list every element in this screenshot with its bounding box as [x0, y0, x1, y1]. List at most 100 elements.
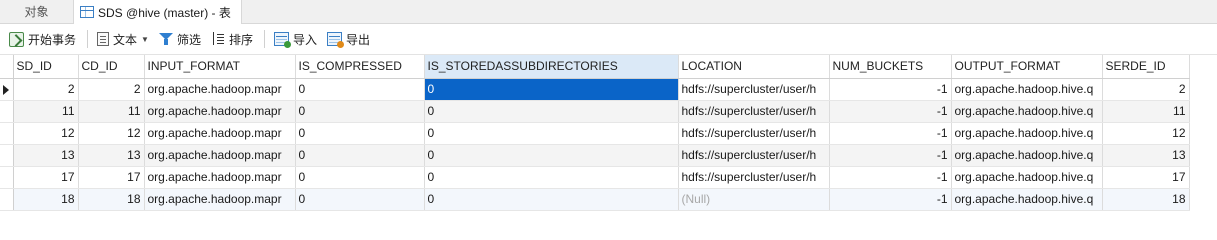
- cell-is-compressed[interactable]: 0: [295, 188, 425, 211]
- cell-is-compressed[interactable]: 0: [295, 166, 425, 189]
- cell-num-buckets[interactable]: -1: [829, 100, 952, 123]
- text-view-button[interactable]: 文本 ▼: [94, 28, 152, 50]
- cell-sd-id[interactable]: 13: [13, 144, 79, 167]
- cell-location[interactable]: hdfs://supercluster/user/h: [678, 166, 830, 189]
- cell-location[interactable]: hdfs://supercluster/user/h: [678, 122, 830, 145]
- cell-sd-id[interactable]: 12: [13, 122, 79, 145]
- tab-sds-table[interactable]: SDS @hive (master) - 表: [74, 0, 242, 24]
- filter-button[interactable]: 筛选: [156, 28, 204, 50]
- cell-cd-id[interactable]: 18: [78, 188, 145, 211]
- sort-label: 排序: [228, 32, 253, 47]
- filter-icon: [158, 32, 173, 46]
- row-header[interactable]: [0, 144, 14, 167]
- cell-input-format[interactable]: org.apache.hadoop.mapr: [144, 188, 296, 211]
- column-header-input-format[interactable]: INPUT_FORMAT: [144, 55, 296, 79]
- tab-sds-table-label: SDS @hive (master) - 表: [98, 5, 231, 20]
- cell-is-storedassubdirectories[interactable]: 0: [424, 78, 679, 101]
- cell-num-buckets[interactable]: -1: [829, 144, 952, 167]
- cell-sd-id[interactable]: 17: [13, 166, 79, 189]
- cell-serde-id[interactable]: 17: [1102, 166, 1190, 189]
- row-header[interactable]: [0, 122, 14, 145]
- header-row: SD_ID CD_ID INPUT_FORMAT IS_COMPRESSED I…: [0, 55, 1190, 79]
- cell-location[interactable]: (Null): [678, 188, 830, 211]
- cell-serde-id[interactable]: 11: [1102, 100, 1190, 123]
- cell-output-format[interactable]: org.apache.hadoop.hive.q: [951, 166, 1103, 189]
- cell-input-format[interactable]: org.apache.hadoop.mapr: [144, 166, 296, 189]
- column-header-cd-id[interactable]: CD_ID: [78, 55, 145, 79]
- cell-cd-id[interactable]: 17: [78, 166, 145, 189]
- cell-is-storedassubdirectories[interactable]: 0: [424, 166, 679, 189]
- column-header-sd-id[interactable]: SD_ID: [13, 55, 79, 79]
- cell-output-format[interactable]: org.apache.hadoop.hive.q: [951, 144, 1103, 167]
- cell-cd-id[interactable]: 12: [78, 122, 145, 145]
- cell-cd-id[interactable]: 13: [78, 144, 145, 167]
- table-row[interactable]: 11 11 org.apache.hadoop.mapr 0 0 hdfs://…: [0, 100, 1190, 123]
- column-header-output-format[interactable]: OUTPUT_FORMAT: [951, 55, 1103, 79]
- cell-num-buckets[interactable]: -1: [829, 122, 952, 145]
- cell-serde-id[interactable]: 2: [1102, 78, 1190, 101]
- cell-num-buckets[interactable]: -1: [829, 188, 952, 211]
- tab-bar: 对象 SDS @hive (master) - 表: [0, 0, 1217, 24]
- column-header-is-compressed[interactable]: IS_COMPRESSED: [295, 55, 425, 79]
- export-button[interactable]: 导出: [324, 28, 373, 50]
- column-header-location[interactable]: LOCATION: [678, 55, 830, 79]
- cell-location[interactable]: hdfs://supercluster/user/h: [678, 100, 830, 123]
- tab-objects-label: 对象: [24, 5, 49, 19]
- cell-output-format[interactable]: org.apache.hadoop.hive.q: [951, 188, 1103, 211]
- toolbar-divider: [87, 30, 89, 48]
- cell-sd-id[interactable]: 2: [13, 78, 79, 101]
- import-icon: [273, 32, 291, 48]
- table-row[interactable]: 2 2 org.apache.hadoop.mapr 0 0 hdfs://su…: [0, 78, 1190, 101]
- cell-location[interactable]: hdfs://supercluster/user/h: [678, 144, 830, 167]
- cell-cd-id[interactable]: 11: [78, 100, 145, 123]
- cell-output-format[interactable]: org.apache.hadoop.hive.q: [951, 78, 1103, 101]
- cell-sd-id[interactable]: 18: [13, 188, 79, 211]
- cell-input-format[interactable]: org.apache.hadoop.mapr: [144, 144, 296, 167]
- cell-cd-id[interactable]: 2: [78, 78, 145, 101]
- import-button[interactable]: 导入: [271, 28, 320, 50]
- sort-button[interactable]: 排序: [208, 28, 256, 50]
- row-header[interactable]: [0, 78, 14, 101]
- cell-sd-id[interactable]: 11: [13, 100, 79, 123]
- cell-is-compressed[interactable]: 0: [295, 144, 425, 167]
- table-row[interactable]: 18 18 org.apache.hadoop.mapr 0 0 (Null) …: [0, 188, 1190, 211]
- toolbar-divider: [263, 30, 265, 48]
- cell-serde-id[interactable]: 12: [1102, 122, 1190, 145]
- row-header[interactable]: [0, 188, 14, 211]
- cell-is-compressed[interactable]: 0: [295, 78, 425, 101]
- cell-num-buckets[interactable]: -1: [829, 166, 952, 189]
- table-row[interactable]: 12 12 org.apache.hadoop.mapr 0 0 hdfs://…: [0, 122, 1190, 145]
- chevron-down-icon[interactable]: ▼: [141, 35, 149, 44]
- cell-input-format[interactable]: org.apache.hadoop.mapr: [144, 122, 296, 145]
- cell-is-storedassubdirectories[interactable]: 0: [424, 100, 679, 123]
- cell-output-format[interactable]: org.apache.hadoop.hive.q: [951, 100, 1103, 123]
- column-header-num-buckets[interactable]: NUM_BUCKETS: [829, 55, 952, 79]
- cell-is-storedassubdirectories[interactable]: 0: [424, 144, 679, 167]
- text-document-icon: [97, 32, 110, 46]
- begin-transaction-button[interactable]: 开始事务: [6, 28, 79, 50]
- cell-input-format[interactable]: org.apache.hadoop.mapr: [144, 100, 296, 123]
- begin-transaction-label: 开始事务: [28, 32, 77, 47]
- tab-objects[interactable]: 对象: [0, 0, 74, 23]
- table-row[interactable]: 17 17 org.apache.hadoop.mapr 0 0 hdfs://…: [0, 166, 1190, 189]
- cell-num-buckets[interactable]: -1: [829, 78, 952, 101]
- cell-serde-id[interactable]: 18: [1102, 188, 1190, 211]
- records-table: SD_ID CD_ID INPUT_FORMAT IS_COMPRESSED I…: [0, 55, 1190, 211]
- column-header-serde-id[interactable]: SERDE_ID: [1102, 55, 1190, 79]
- cell-location[interactable]: hdfs://supercluster/user/h: [678, 78, 830, 101]
- cell-input-format[interactable]: org.apache.hadoop.mapr: [144, 78, 296, 101]
- text-view-label: 文本: [113, 32, 138, 47]
- cell-is-storedassubdirectories[interactable]: 0: [424, 188, 679, 211]
- cell-output-format[interactable]: org.apache.hadoop.hive.q: [951, 122, 1103, 145]
- cell-serde-id[interactable]: 13: [1102, 144, 1190, 167]
- row-header[interactable]: [0, 100, 14, 123]
- cell-is-compressed[interactable]: 0: [295, 122, 425, 145]
- export-label: 导出: [346, 32, 371, 47]
- table-row[interactable]: 13 13 org.apache.hadoop.mapr 0 0 hdfs://…: [0, 144, 1190, 167]
- cell-is-compressed[interactable]: 0: [295, 100, 425, 123]
- column-header-is-storedassubdirectories[interactable]: IS_STOREDASSUBDIRECTORIES: [424, 55, 679, 79]
- cell-is-storedassubdirectories[interactable]: 0: [424, 122, 679, 145]
- data-grid: SD_ID CD_ID INPUT_FORMAT IS_COMPRESSED I…: [0, 55, 1217, 211]
- row-header[interactable]: [0, 166, 14, 189]
- filter-label: 筛选: [176, 32, 201, 47]
